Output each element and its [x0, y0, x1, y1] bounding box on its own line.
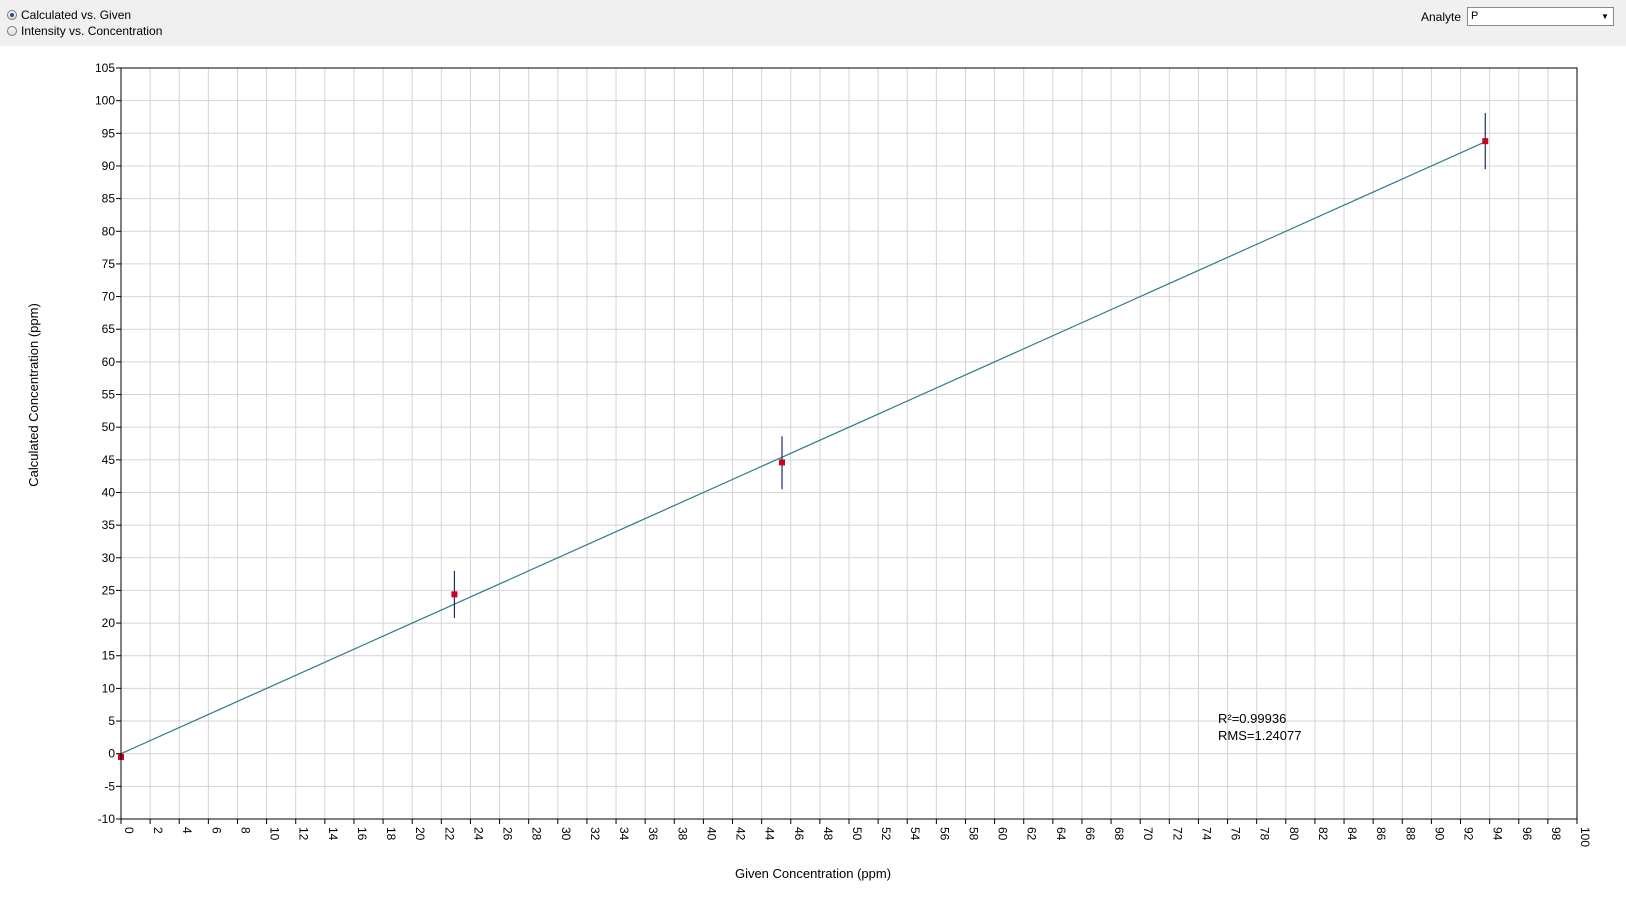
data-point	[451, 591, 458, 598]
y-tick-label: 100	[95, 94, 115, 108]
x-tick-label: 32	[588, 827, 602, 841]
y-tick-label: 40	[102, 485, 116, 499]
x-tick-label: 90	[1432, 827, 1446, 841]
x-tick-label: 38	[675, 827, 689, 841]
x-tick-label: 36	[646, 827, 660, 841]
x-tick-label: 10	[268, 827, 282, 841]
x-tick-label: 56	[937, 827, 951, 841]
y-tick-label: 35	[102, 518, 116, 532]
y-tick-label: 10	[102, 681, 116, 695]
x-tick-label: 54	[908, 827, 922, 841]
y-tick-label: 90	[102, 159, 116, 173]
y-tick-label: 20	[102, 616, 116, 630]
y-tick-label: 80	[102, 224, 116, 238]
x-tick-label: 48	[821, 827, 835, 841]
x-tick-label: 66	[1083, 827, 1097, 841]
y-tick-label: 105	[95, 61, 115, 75]
x-tick-label: 82	[1316, 827, 1330, 841]
y-tick-label: 75	[102, 257, 116, 271]
y-tick-label: 25	[102, 583, 116, 597]
y-tick-label: -10	[98, 812, 116, 826]
y-tick-label: 45	[102, 453, 116, 467]
x-tick-label: 20	[413, 827, 427, 841]
x-tick-label: 4	[180, 827, 194, 834]
y-axis-title: Calculated Concentration (ppm)	[26, 303, 41, 487]
x-tick-label: 50	[850, 827, 864, 841]
x-tick-label: 24	[471, 827, 485, 841]
x-tick-label: 0	[122, 827, 136, 834]
x-tick-label: 84	[1345, 827, 1359, 841]
y-tick-label: 95	[102, 126, 116, 140]
data-point	[1482, 138, 1489, 145]
y-tick-label: 50	[102, 420, 116, 434]
data-point	[779, 459, 786, 466]
x-tick-label: 58	[966, 827, 980, 841]
fit-line	[120, 141, 1486, 755]
x-tick-label: 62	[1025, 827, 1039, 841]
x-tick-label: 46	[792, 827, 806, 841]
y-tick-label: 55	[102, 388, 116, 402]
x-tick-label: 60	[996, 827, 1010, 841]
x-tick-label: 68	[1112, 827, 1126, 841]
rms-label: RMS=1.24077	[1218, 728, 1301, 743]
calibration-chart: -10-505101520253035404550556065707580859…	[26, 61, 1592, 881]
x-tick-label: 88	[1403, 827, 1417, 841]
x-tick-label: 86	[1374, 827, 1388, 841]
x-tick-label: 64	[1054, 827, 1068, 841]
x-tick-label: 74	[1199, 827, 1213, 841]
x-tick-label: 42	[734, 827, 748, 841]
y-tick-label: -5	[104, 779, 115, 793]
x-tick-label: 12	[297, 827, 311, 841]
grid	[116, 67, 1578, 824]
x-tick-label: 76	[1229, 827, 1243, 841]
x-tick-label: 26	[501, 827, 515, 841]
y-tick-label: 15	[102, 649, 116, 663]
x-tick-label: 72	[1170, 827, 1184, 841]
r-squared-label: R²=0.99936	[1218, 711, 1286, 726]
x-tick-label: 8	[238, 827, 252, 834]
x-tick-label: 92	[1462, 827, 1476, 841]
x-tick-label: 98	[1549, 827, 1563, 841]
y-tick-label: 65	[102, 322, 116, 336]
x-tick-label: 94	[1491, 827, 1505, 841]
x-tick-label: 40	[704, 827, 718, 841]
x-tick-label: 2	[151, 827, 165, 834]
x-tick-label: 18	[384, 827, 398, 841]
y-tick-label: 60	[102, 355, 116, 369]
x-tick-label: 16	[355, 827, 369, 841]
y-tick-label: 85	[102, 192, 116, 206]
x-axis-title: Given Concentration (ppm)	[735, 866, 891, 881]
x-tick-label: 96	[1520, 827, 1534, 841]
x-tick-label: 70	[1141, 827, 1155, 841]
x-tick-label: 6	[209, 827, 223, 834]
x-tick-label: 44	[763, 827, 777, 841]
x-tick-label: 22	[442, 827, 456, 841]
y-tick-label: 30	[102, 551, 116, 565]
y-tick-labels: -10 -5 0 5 10 15 20 25 30 35 40 45 50 55 60 65 70 75 80 85 9…	[95, 61, 115, 826]
y-tick-label: 70	[102, 290, 116, 304]
x-tick-label: 78	[1258, 827, 1272, 841]
x-tick-label: 28	[530, 827, 544, 841]
y-tick-label: 0	[108, 747, 115, 761]
y-tick-label: 5	[108, 714, 115, 728]
x-tick-label: 52	[879, 827, 893, 841]
fit-line-group	[120, 141, 1486, 755]
x-tick-labels: 0 2 4 6 8 10 12 14 16 18 20 22 24 26 28 30 32 34 36 38 40 42 4…	[122, 827, 1592, 847]
x-tick-label: 34	[617, 827, 631, 841]
x-tick-label: 80	[1287, 827, 1301, 841]
x-tick-label: 100	[1578, 827, 1592, 847]
x-tick-label: 30	[559, 827, 573, 841]
x-tick-label: 14	[326, 827, 340, 841]
